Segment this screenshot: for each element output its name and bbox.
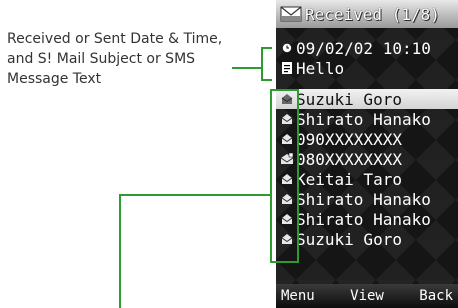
softkey-view[interactable]: View [350, 288, 384, 304]
read-mail-icon [280, 191, 294, 207]
read-mail-icon [280, 211, 294, 227]
message-subject-row: Hello [276, 58, 458, 78]
softkey-back[interactable]: Back [419, 288, 453, 304]
received-mail-folder-icon [280, 5, 302, 23]
callout-line-3: Message Text [7, 71, 102, 87]
message-datetime: 09/02/02 10:10 [296, 38, 431, 58]
message-sender: Keitai Taro [296, 169, 402, 189]
read-mail-icon [280, 171, 294, 187]
message-list-item[interactable]: Suzuki Goro [276, 89, 458, 109]
message-subject: Hello [296, 58, 345, 78]
message-datetime-row: 09/02/02 10:10 [276, 38, 458, 58]
message-list-item[interactable]: 090XXXXXXXX [276, 129, 458, 149]
softkey-bar: Menu View Back [276, 284, 458, 308]
callout-line-1: Received or Sent Date & Time, [7, 31, 223, 47]
read-mail-icon [280, 111, 294, 127]
message-sender: Suzuki Goro [296, 89, 402, 109]
message-list-item[interactable]: Shirato Hanako [276, 109, 458, 129]
manual-illustration: Received or Sent Date & Time, and S! Mai… [0, 0, 458, 308]
callout-description: Received or Sent Date & Time, and S! Mai… [7, 29, 257, 89]
message-sender: Shirato Hanako [296, 189, 431, 209]
read-mail-icon [280, 91, 294, 107]
phone-screen: Received (1/8) 09/02/02 10:10 Hello Suzu… [276, 0, 458, 308]
message-list-item[interactable]: 080XXXXXXXX [276, 149, 458, 169]
message-sender: 080XXXXXXXX [296, 149, 402, 169]
message-list-item[interactable]: Shirato Hanako [276, 209, 458, 229]
message-sender: 090XXXXXXXX [296, 129, 402, 149]
callout-leader-icons [119, 194, 271, 308]
message-list-item[interactable]: Suzuki Goro [276, 229, 458, 249]
sms-icon [280, 151, 294, 167]
message-list-item[interactable]: Shirato Hanako [276, 189, 458, 209]
title-bar: Received (1/8) [276, 0, 458, 28]
read-mail-icon [280, 231, 294, 247]
read-mail-icon [280, 131, 294, 147]
message-sender: Shirato Hanako [296, 209, 431, 229]
message-sender: Suzuki Goro [296, 229, 402, 249]
callout-bracket-top [261, 47, 272, 81]
callout-line-2: and S! Mail Subject or SMS [7, 51, 196, 67]
subject-icon [280, 60, 294, 76]
clock-icon [280, 40, 294, 56]
message-list-item[interactable]: Keitai Taro [276, 169, 458, 189]
softkey-menu[interactable]: Menu [281, 288, 315, 304]
screen-title: Received (1/8) [305, 4, 440, 24]
message-sender: Shirato Hanako [296, 109, 431, 129]
